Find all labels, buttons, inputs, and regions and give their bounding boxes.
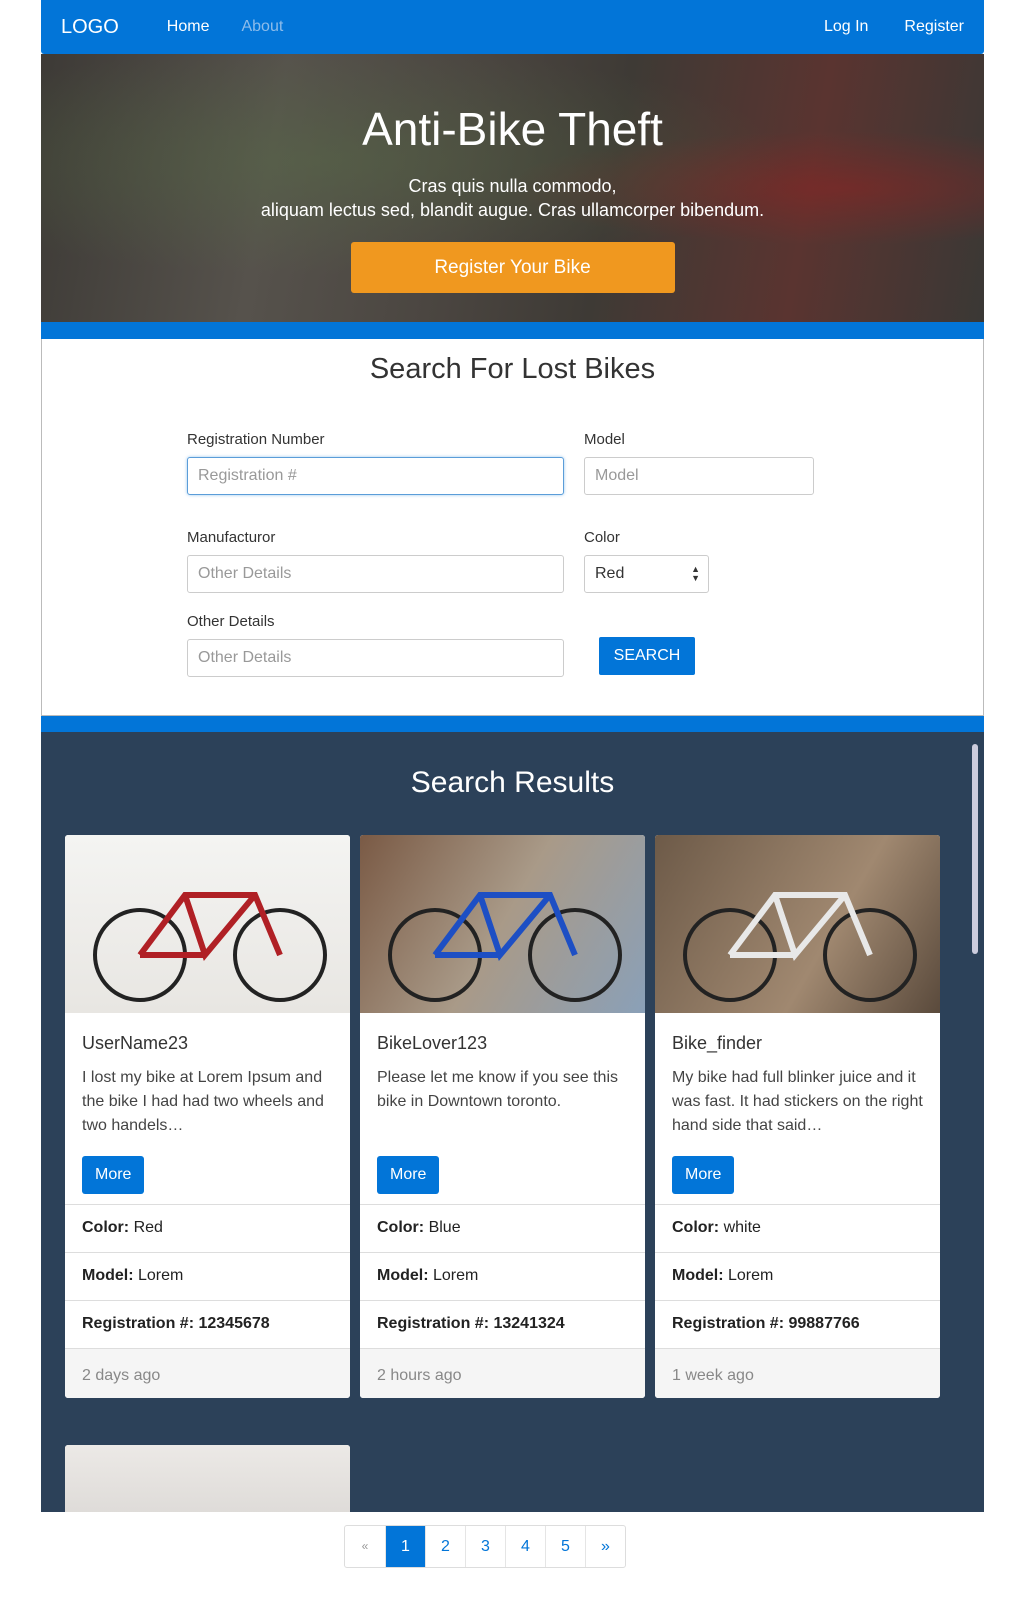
other-details-input[interactable]: Other Details <box>187 639 564 677</box>
select-arrows-icon: ▲ ▼ <box>691 564 700 583</box>
divider-bar <box>41 716 984 732</box>
card-registration: Registration #: 13241324 <box>360 1300 645 1348</box>
reg-key: Registration #: <box>377 1315 490 1332</box>
color-value: white <box>723 1219 761 1236</box>
page-5[interactable]: 5 <box>545 1526 585 1567</box>
model-key: Model: <box>672 1267 724 1284</box>
bike-image <box>360 835 645 1013</box>
navbar: LOGO Home About Log In Register <box>41 0 984 54</box>
card-description: I lost my bike at Lorem Ipsum and the bi… <box>82 1069 324 1134</box>
reg-label: Registration Number <box>187 431 325 448</box>
model-value: Lorem <box>433 1267 479 1284</box>
card-timestamp: 2 hours ago <box>360 1348 645 1398</box>
model-input[interactable]: Model <box>584 457 814 495</box>
results-section: Search Results UserName23 I lost my bike… <box>41 732 984 1512</box>
reg-key: Registration #: <box>82 1315 195 1332</box>
more-button[interactable]: More <box>82 1156 145 1194</box>
other-details-label: Other Details <box>187 613 275 630</box>
result-card: Bike_finder My bike had full blinker jui… <box>655 835 940 1398</box>
bike-image <box>65 1445 350 1512</box>
search-title: Search For Lost Bikes <box>369 353 656 385</box>
page-4[interactable]: 4 <box>505 1526 545 1567</box>
card-registration: Registration #: 99887766 <box>655 1300 940 1348</box>
result-card <box>65 1445 350 1512</box>
logo[interactable]: LOGO <box>61 16 119 39</box>
nav-home[interactable]: Home <box>167 18 210 36</box>
scrollbar[interactable] <box>972 744 978 954</box>
card-model: Model: Lorem <box>65 1252 350 1300</box>
hero-title: Anti-Bike Theft <box>362 103 663 155</box>
card-timestamp: 2 days ago <box>65 1348 350 1398</box>
search-button[interactable]: SEARCH <box>599 637 695 675</box>
manufacturer-label: Manufacturor <box>187 529 276 546</box>
model-value: Lorem <box>138 1267 184 1284</box>
color-key: Color: <box>672 1219 720 1236</box>
register-bike-button[interactable]: Register Your Bike <box>350 242 675 293</box>
card-username: Bike_finder <box>672 1033 763 1053</box>
card-username: UserName23 <box>82 1033 189 1053</box>
page-prev[interactable]: « <box>345 1526 385 1567</box>
color-select-value: Red <box>595 565 625 582</box>
color-key: Color: <box>377 1219 425 1236</box>
hero-banner: Anti-Bike Theft Cras quis nulla commodo,… <box>41 54 984 322</box>
nav-about[interactable]: About <box>241 18 283 36</box>
reg-value: 12345678 <box>198 1315 270 1332</box>
card-username: BikeLover123 <box>377 1033 488 1053</box>
bike-image <box>655 835 940 1013</box>
nav-login[interactable]: Log In <box>824 18 868 36</box>
pagination: « 1 2 3 4 5 » <box>344 1525 626 1568</box>
page-next[interactable]: » <box>585 1526 625 1567</box>
card-model: Model: Lorem <box>360 1252 645 1300</box>
search-section: Search For Lost Bikes Registration Numbe… <box>41 339 984 716</box>
more-button[interactable]: More <box>672 1156 735 1194</box>
card-registration: Registration #: 12345678 <box>65 1300 350 1348</box>
reg-value: 13241324 <box>493 1315 565 1332</box>
bike-illustration <box>93 892 327 1002</box>
card-color: Color: white <box>655 1204 940 1252</box>
card-description: My bike had full blinker juice and it wa… <box>672 1069 923 1134</box>
card-model: Model: Lorem <box>655 1252 940 1300</box>
color-key: Color: <box>82 1219 130 1236</box>
nav-register[interactable]: Register <box>904 18 964 36</box>
bike-illustration <box>683 892 917 1002</box>
results-title: Search Results <box>410 766 615 799</box>
page-2[interactable]: 2 <box>425 1526 465 1567</box>
reg-key: Registration #: <box>672 1315 785 1332</box>
card-color: Color: Blue <box>360 1204 645 1252</box>
more-button[interactable]: More <box>377 1156 440 1194</box>
hero-subtitle: Cras quis nulla commodo, aliquam lectus s… <box>41 174 984 222</box>
model-value: Lorem <box>728 1267 774 1284</box>
card-color: Color: Red <box>65 1204 350 1252</box>
color-value: Blue <box>428 1219 461 1236</box>
hero-line-1: Cras quis nulla commodo, <box>408 176 617 196</box>
result-card: BikeLover123 Please let me know if you s… <box>360 835 645 1398</box>
bike-illustration <box>388 892 622 1002</box>
divider-bar <box>41 322 984 339</box>
bike-image <box>65 835 350 1013</box>
result-card: UserName23 I lost my bike at Lorem Ipsum… <box>65 835 350 1398</box>
manufacturer-input[interactable]: Other Details <box>187 555 564 593</box>
model-label: Model <box>584 431 625 448</box>
hero-line-2: aliquam lectus sed, blandit augue. Cras … <box>260 200 765 220</box>
color-value: Red <box>133 1219 163 1236</box>
model-key: Model: <box>377 1267 429 1284</box>
page-3[interactable]: 3 <box>465 1526 505 1567</box>
page-1[interactable]: 1 <box>385 1526 425 1567</box>
card-timestamp: 1 week ago <box>655 1348 940 1398</box>
color-select[interactable]: Red ▲ ▼ <box>584 555 709 593</box>
color-label: Color <box>584 529 620 546</box>
model-key: Model: <box>82 1267 134 1284</box>
reg-value: 99887766 <box>788 1315 860 1332</box>
registration-input[interactable]: Registration # <box>187 457 564 495</box>
card-description: Please let me know if you see this bike … <box>377 1069 619 1110</box>
